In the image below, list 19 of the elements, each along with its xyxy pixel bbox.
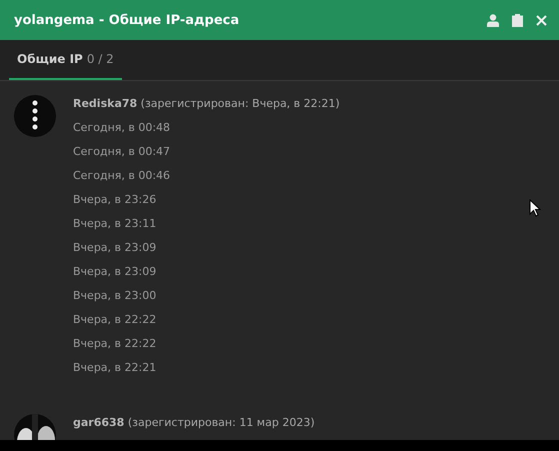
timestamp: Вчера, в 23:09 (73, 264, 158, 280)
tab[interactable]: Общие IP 0 / 2 (9, 40, 122, 80)
timestamp: Вчера, в 22:22 (73, 336, 158, 352)
window-title: yolangema - Общие IP-адреса (14, 12, 240, 28)
close-icon[interactable] (536, 14, 547, 26)
user-heading: Rediska78 (зарегистрирован: Вчера, в 22:21) (73, 96, 340, 112)
timestamp: Сегодня, в 00:47 (73, 144, 172, 160)
clipboard-icon[interactable] (512, 13, 523, 27)
cursor-icon (529, 199, 541, 217)
timestamp: Сегодня, в 00:46 (73, 168, 172, 184)
timestamp: Вчера, в 23:11 (73, 216, 158, 232)
timestamp: Сегодня, в 00:48 (73, 120, 172, 136)
timestamp: Вчера, в 23:26 (73, 192, 158, 208)
user-heading: gar6638 (зарегистрирован: 11 мар 2023) (73, 415, 315, 431)
timestamp: Вчера, в 23:00 (73, 288, 158, 304)
timestamp: Вчера, в 22:22 (73, 312, 158, 328)
timestamp: Вчера, в 23:09 (73, 240, 158, 256)
user-icon[interactable] (487, 14, 499, 26)
timestamp: Вчера, в 22:21 (73, 360, 158, 376)
